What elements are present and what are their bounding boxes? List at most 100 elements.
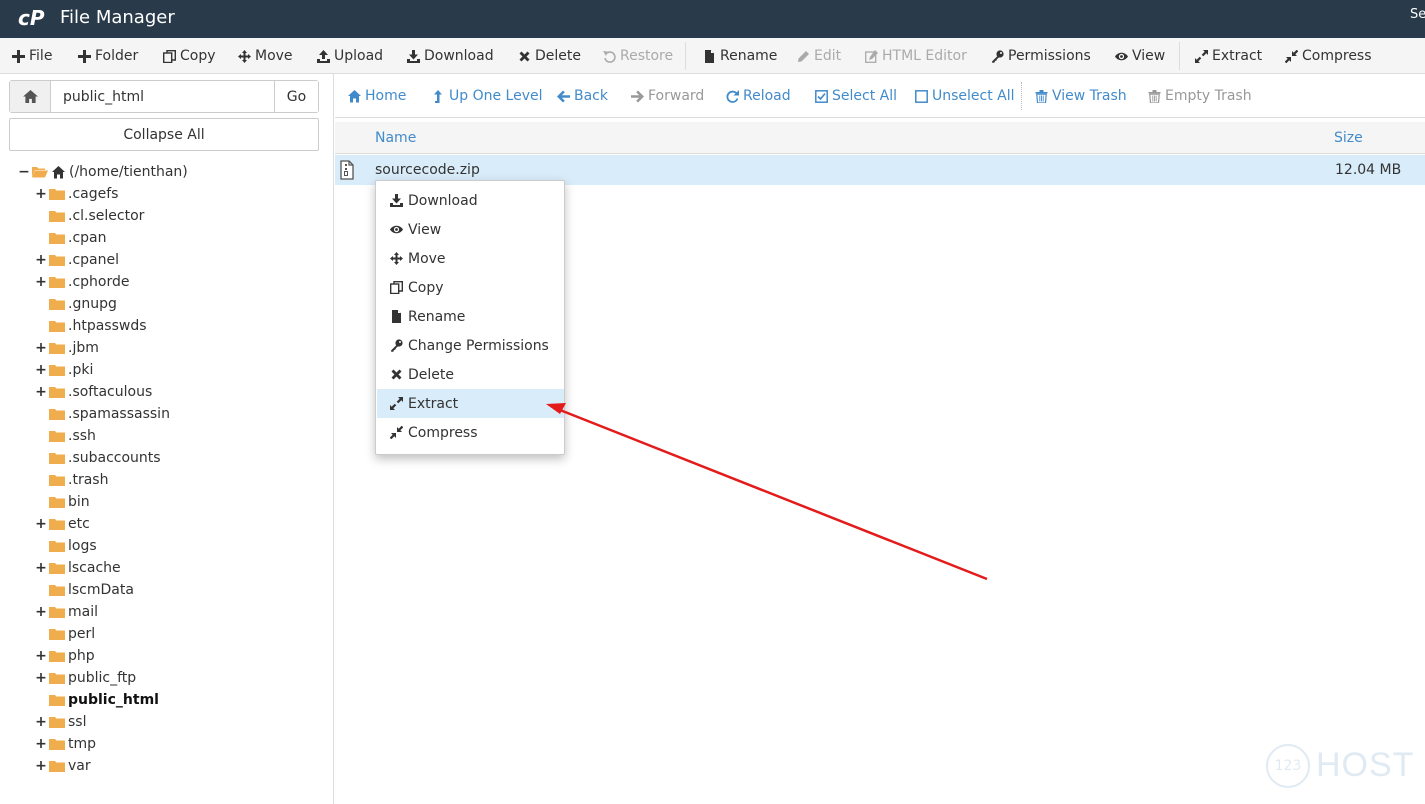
toolbar-folder-button[interactable]: Folder bbox=[78, 38, 138, 74]
expand-toggle-icon[interactable]: + bbox=[35, 648, 47, 664]
tree-item[interactable]: + .softaculous bbox=[35, 381, 152, 403]
undo-icon bbox=[603, 50, 616, 63]
toolbar-extract-button[interactable]: Extract bbox=[1195, 38, 1262, 74]
watermark-logo: 123 HOST bbox=[1266, 743, 1416, 788]
expand-toggle-icon[interactable]: + bbox=[35, 252, 47, 268]
tree-item[interactable]: + etc bbox=[35, 513, 90, 535]
tree-item[interactable]: + .pki bbox=[35, 359, 93, 381]
expand-toggle-icon[interactable]: + bbox=[35, 670, 47, 686]
toolbar-view-button[interactable]: View bbox=[1115, 38, 1165, 74]
move-icon bbox=[390, 252, 403, 265]
folder-icon bbox=[49, 695, 65, 706]
toolbar-delete-button[interactable]: Delete bbox=[518, 38, 581, 74]
tree-item[interactable]: + .jbm bbox=[35, 337, 99, 359]
nav-up-one-level-button[interactable]: Up One Level bbox=[432, 74, 543, 118]
context-menu-rename[interactable]: Rename bbox=[377, 302, 564, 331]
expand-toggle-icon[interactable]: + bbox=[35, 714, 47, 730]
key-icon bbox=[391, 339, 403, 352]
expand-toggle-icon[interactable]: + bbox=[35, 758, 47, 774]
toolbar-rename-button[interactable]: Rename bbox=[703, 38, 777, 74]
home-icon bbox=[348, 89, 361, 102]
tree-item[interactable]: .cpan bbox=[35, 227, 107, 249]
tree-item-label: .cphorde bbox=[68, 274, 130, 290]
tree-item[interactable]: + lscache bbox=[35, 557, 121, 579]
collapse-all-button[interactable]: Collapse All bbox=[9, 118, 319, 151]
toolbar-copy-button[interactable]: Copy bbox=[163, 38, 216, 74]
tree-item[interactable]: + var bbox=[35, 755, 91, 777]
context-menu-copy[interactable]: Copy bbox=[377, 273, 564, 302]
tree-item[interactable]: + php bbox=[35, 645, 95, 667]
zip-file-icon bbox=[340, 160, 354, 180]
path-input[interactable] bbox=[51, 81, 274, 112]
tree-item[interactable]: bin bbox=[35, 491, 90, 513]
tree-item[interactable]: + ssl bbox=[35, 711, 86, 733]
expand-toggle-icon[interactable]: + bbox=[35, 340, 47, 356]
search-link[interactable]: Se bbox=[1410, 7, 1425, 22]
edit-square-icon bbox=[865, 49, 878, 63]
nav-select-all-button[interactable]: Select All bbox=[815, 74, 897, 118]
tree-item[interactable]: + .cphorde bbox=[35, 271, 129, 293]
context-menu-download[interactable]: Download bbox=[377, 186, 564, 215]
context-menu-label: View bbox=[408, 221, 442, 238]
nav-home-button[interactable]: Home bbox=[348, 74, 406, 118]
tree-item[interactable]: logs bbox=[35, 535, 97, 557]
main-toolbar: File Folder Copy Move Upload Download Delete Re… bbox=[0, 38, 1425, 74]
toolbar-compress-button[interactable]: Compress bbox=[1285, 38, 1372, 74]
tree-item[interactable]: .gnupg bbox=[35, 293, 117, 315]
nav-reload-button[interactable]: Reload bbox=[726, 74, 791, 118]
expand-toggle-icon[interactable]: + bbox=[35, 186, 47, 202]
tree-item[interactable]: .spamassassin bbox=[35, 403, 170, 425]
context-menu-compress[interactable]: Compress bbox=[377, 418, 564, 447]
expand-toggle-icon[interactable]: + bbox=[35, 604, 47, 620]
tree-item[interactable]: .subaccounts bbox=[35, 447, 161, 469]
nav-unselect-all-button[interactable]: Unselect All bbox=[915, 74, 1015, 118]
folder-icon bbox=[49, 409, 65, 420]
column-name-header[interactable]: Name bbox=[375, 130, 416, 146]
toolbar-file-button[interactable]: File bbox=[12, 38, 52, 74]
context-menu-change-permissions[interactable]: Change Permissions bbox=[377, 331, 564, 360]
tree-item[interactable]: + tmp bbox=[35, 733, 96, 755]
tree-item[interactable]: .trash bbox=[35, 469, 108, 491]
close-icon bbox=[391, 369, 402, 380]
context-menu-move[interactable]: Move bbox=[377, 244, 564, 273]
expand-toggle-icon[interactable]: + bbox=[35, 362, 47, 378]
upload-icon bbox=[317, 49, 330, 63]
expand-toggle-icon[interactable]: + bbox=[35, 384, 47, 400]
toolbar-upload-button[interactable]: Upload bbox=[317, 38, 383, 74]
tree-item[interactable]: perl bbox=[35, 623, 95, 645]
expand-toggle-icon[interactable]: + bbox=[35, 274, 47, 290]
context-menu-extract[interactable]: Extract bbox=[377, 389, 564, 418]
collapse-toggle-icon[interactable]: − bbox=[18, 164, 30, 180]
tree-item[interactable]: + .cagefs bbox=[35, 183, 118, 205]
expand-toggle-icon[interactable]: + bbox=[35, 560, 47, 576]
tree-item[interactable]: public_html bbox=[35, 689, 159, 711]
tree-item[interactable]: + mail bbox=[35, 601, 98, 623]
nav-view-trash-button[interactable]: View Trash bbox=[1035, 74, 1127, 118]
folder-icon bbox=[49, 651, 65, 662]
go-button[interactable]: Go bbox=[274, 81, 318, 112]
nav-back-button[interactable]: Back bbox=[557, 74, 608, 118]
tree-item[interactable]: .cl.selector bbox=[35, 205, 144, 227]
expand-toggle-icon[interactable]: + bbox=[35, 516, 47, 532]
context-menu-label: Extract bbox=[408, 395, 459, 412]
tree-item-label: .cagefs bbox=[68, 186, 119, 202]
tree-item[interactable]: + public_ftp bbox=[35, 667, 136, 689]
context-menu-delete[interactable]: Delete bbox=[377, 360, 564, 389]
tree-item[interactable]: .htpasswds bbox=[35, 315, 147, 337]
tree-root[interactable]: − (/home/tienthan) bbox=[18, 161, 188, 183]
context-menu-view[interactable]: View bbox=[377, 215, 564, 244]
toolbar-download-button[interactable]: Download bbox=[407, 38, 494, 74]
toolbar-button-label: Permissions bbox=[1008, 48, 1091, 64]
tree-item[interactable]: .ssh bbox=[35, 425, 96, 447]
expand-toggle-icon[interactable]: + bbox=[35, 736, 47, 752]
folder-icon bbox=[49, 211, 65, 222]
file-icon bbox=[392, 310, 401, 323]
toolbar-permissions-button[interactable]: Permissions bbox=[991, 38, 1091, 74]
toolbar-divider bbox=[685, 42, 686, 70]
tree-item[interactable]: + .cpanel bbox=[35, 249, 119, 271]
tree-item[interactable]: lscmData bbox=[35, 579, 134, 601]
arrow-left-icon bbox=[557, 90, 570, 102]
home-button[interactable] bbox=[10, 81, 51, 112]
column-size-header[interactable]: Size bbox=[1334, 130, 1363, 146]
toolbar-move-button[interactable]: Move bbox=[238, 38, 293, 74]
